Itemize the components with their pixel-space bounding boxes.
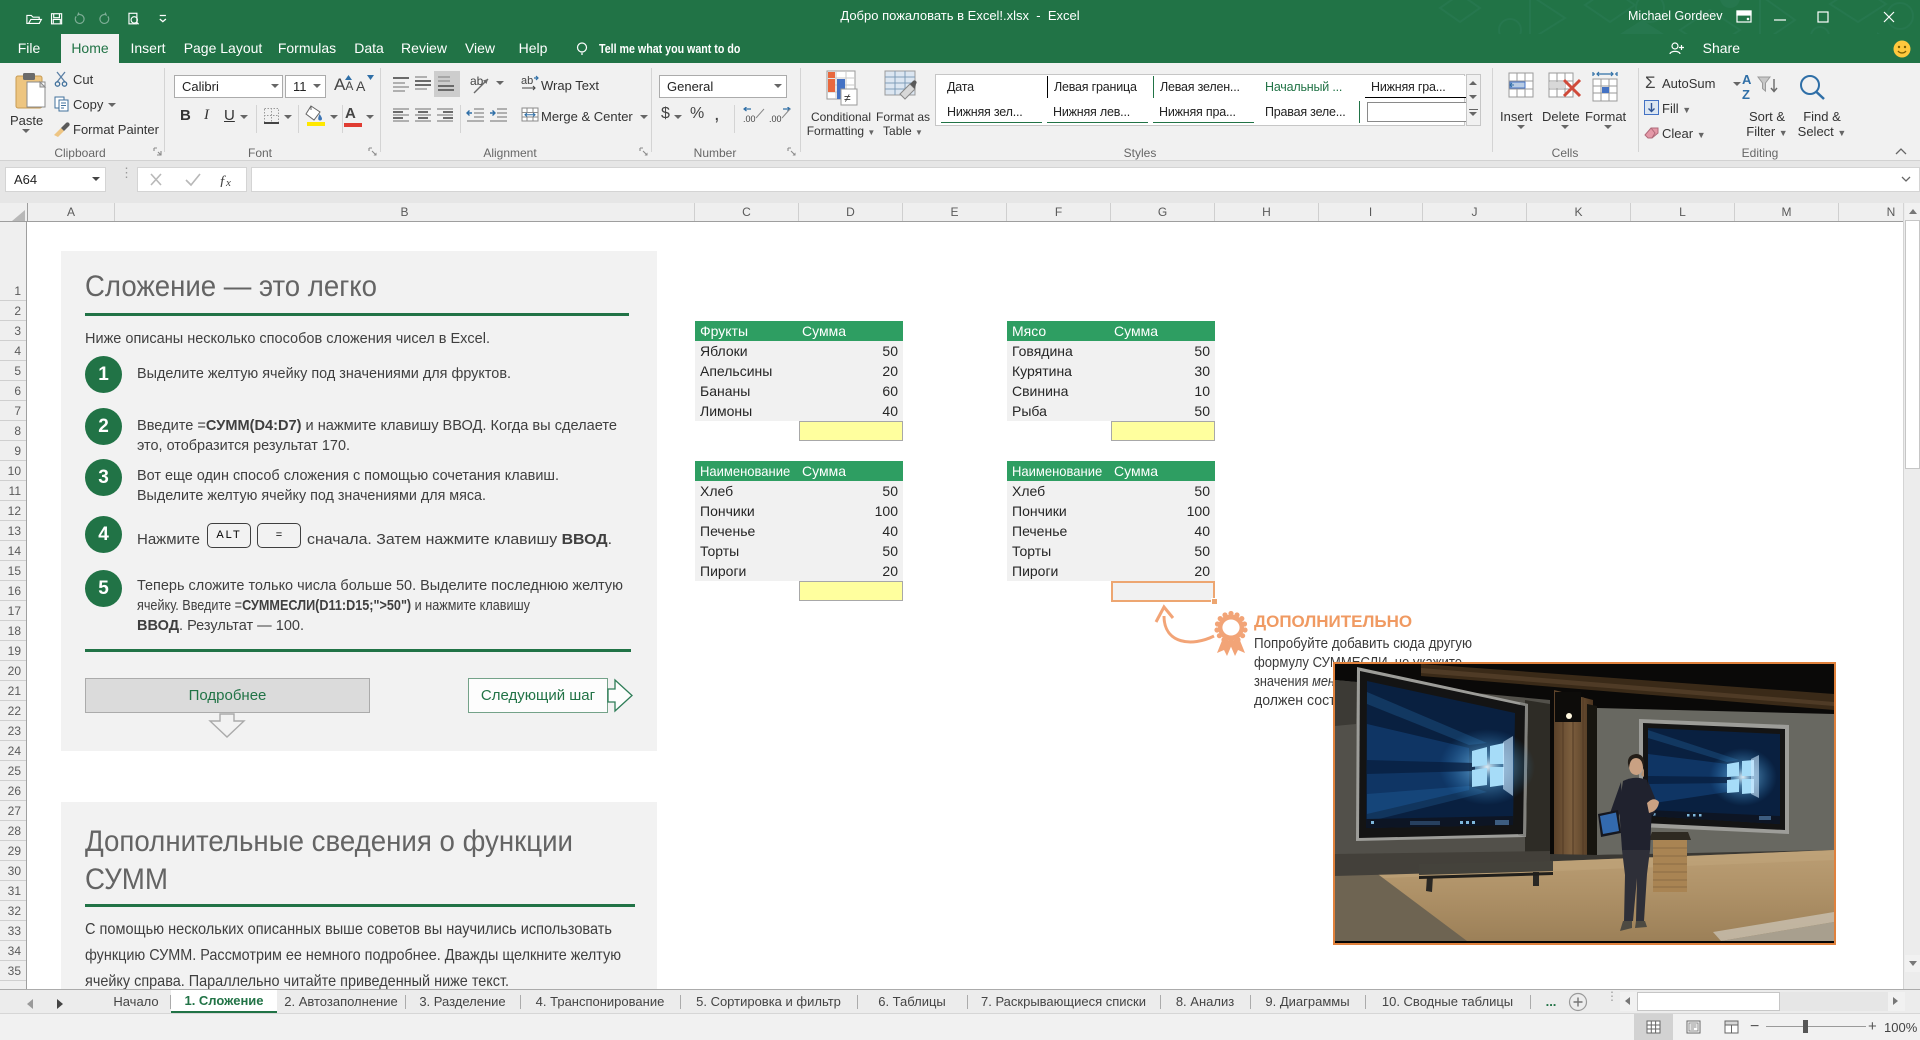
svg-text:≠: ≠ — [844, 91, 851, 105]
svg-text:.00: .00 — [769, 114, 782, 124]
svg-text:x: x — [225, 177, 231, 187]
svg-text:ab: ab — [521, 75, 533, 87]
svg-text:.00: .00 — [743, 114, 756, 124]
